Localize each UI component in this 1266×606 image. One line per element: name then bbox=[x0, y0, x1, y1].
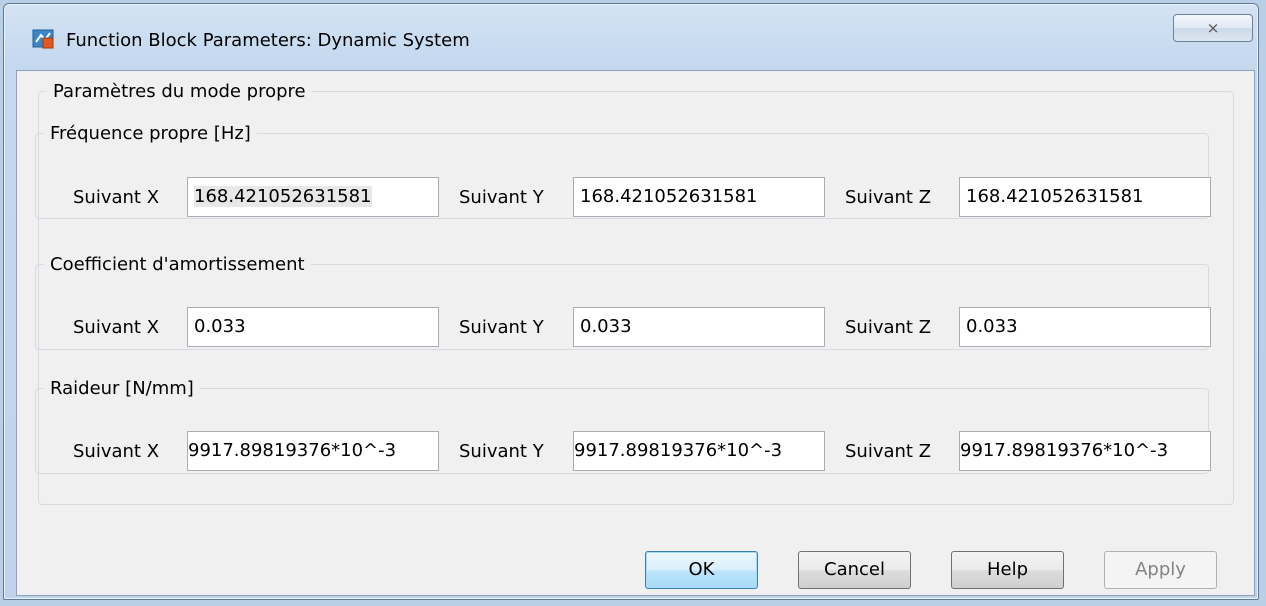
close-button[interactable]: ⨯ bbox=[1173, 14, 1253, 42]
stiffness-z-label: Suivant Z bbox=[845, 441, 932, 462]
frequency-z-label: Suivant Z bbox=[845, 187, 932, 208]
stiffness-y-value: 9917.89819376*10^-3 bbox=[574, 440, 783, 461]
damping-y-input[interactable]: 0.033 bbox=[573, 307, 825, 347]
dialog-window: Function Block Parameters: Dynamic Syste… bbox=[3, 3, 1259, 600]
dialog-client-area: Paramètres du mode propre Fréquence prop… bbox=[16, 70, 1255, 596]
frequency-y-label: Suivant Y bbox=[459, 187, 544, 208]
stiffness-z-input[interactable]: 9917.89819376*10^-3 bbox=[959, 431, 1211, 471]
damping-x-value: 0.033 bbox=[194, 316, 246, 337]
stiffness-x-input[interactable]: 9917.89819376*10^-3 bbox=[187, 431, 439, 471]
frequency-x-input[interactable]: 168.421052631581 bbox=[187, 177, 439, 217]
damping-z-value: 0.033 bbox=[966, 316, 1018, 337]
damping-y-label: Suivant Y bbox=[459, 317, 544, 338]
stiffness-y-input[interactable]: 9917.89819376*10^-3 bbox=[573, 431, 825, 471]
mode-parameters-legend: Paramètres du mode propre bbox=[53, 81, 306, 102]
frequency-y-value: 168.421052631581 bbox=[580, 186, 758, 207]
frequency-legend: Fréquence propre [Hz] bbox=[50, 123, 251, 144]
simulink-block-icon bbox=[32, 29, 54, 49]
damping-x-label: Suivant X bbox=[73, 317, 160, 338]
ok-button[interactable]: OK bbox=[645, 551, 758, 589]
frequency-z-value: 168.421052631581 bbox=[966, 186, 1144, 207]
close-icon: ⨯ bbox=[1206, 19, 1220, 37]
window-title: Function Block Parameters: Dynamic Syste… bbox=[66, 30, 470, 51]
frequency-x-label: Suivant X bbox=[73, 187, 160, 208]
damping-z-label: Suivant Z bbox=[845, 317, 932, 338]
help-button[interactable]: Help bbox=[951, 551, 1064, 589]
stiffness-legend: Raideur [N/mm] bbox=[50, 378, 194, 399]
frequency-z-input[interactable]: 168.421052631581 bbox=[959, 177, 1211, 217]
stiffness-z-value: 9917.89819376*10^-3 bbox=[960, 440, 1169, 461]
apply-button[interactable]: Apply bbox=[1104, 551, 1217, 589]
damping-y-value: 0.033 bbox=[580, 316, 632, 337]
damping-z-input[interactable]: 0.033 bbox=[959, 307, 1211, 347]
stiffness-x-value: 9917.89819376*10^-3 bbox=[188, 440, 397, 461]
frequency-y-input[interactable]: 168.421052631581 bbox=[573, 177, 825, 217]
damping-x-input[interactable]: 0.033 bbox=[187, 307, 439, 347]
stiffness-x-label: Suivant X bbox=[73, 441, 160, 462]
damping-legend: Coefficient d'amortissement bbox=[50, 254, 305, 275]
stiffness-y-label: Suivant Y bbox=[459, 441, 544, 462]
cancel-button[interactable]: Cancel bbox=[798, 551, 911, 589]
frequency-x-value: 168.421052631581 bbox=[194, 186, 372, 207]
